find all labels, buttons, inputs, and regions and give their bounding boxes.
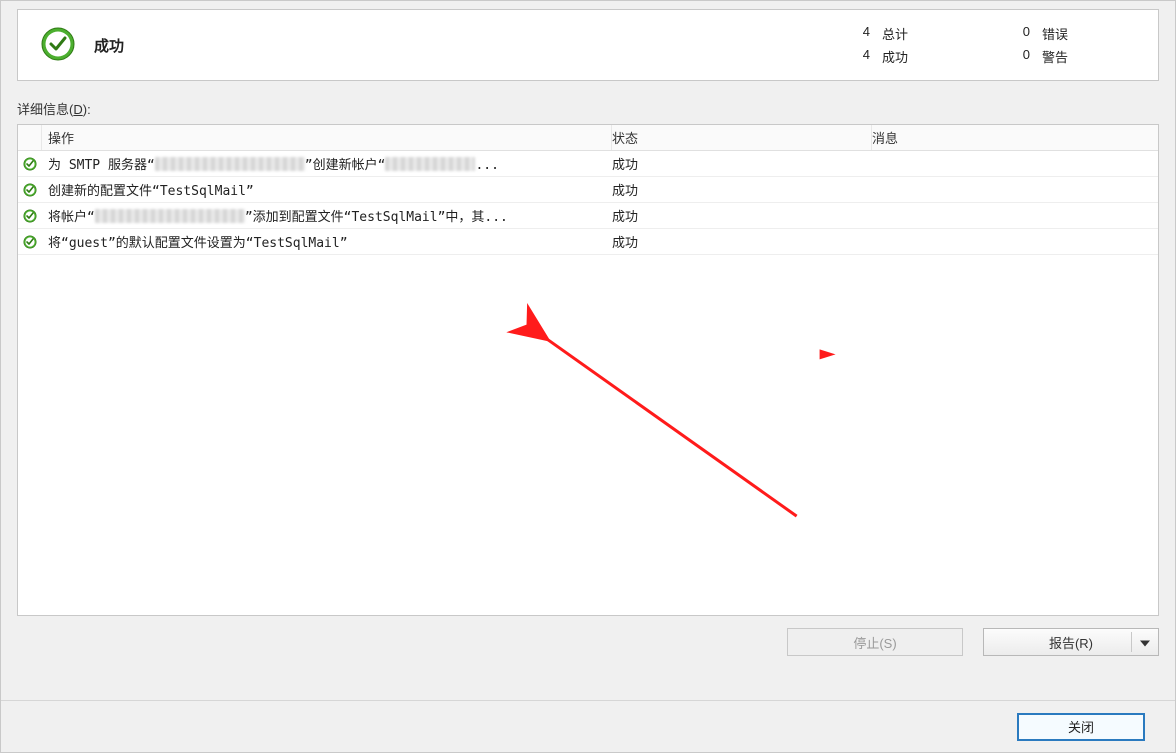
details-label: 详细信息(D): [17,99,1159,118]
redacted-text [155,157,305,171]
stat-success-count: 4 [842,47,882,66]
table-row[interactable]: 为 SMTP 服务器“”创建新帐户“...成功 [18,151,1158,177]
cell-status: 成功 [612,154,872,173]
grid-header-action[interactable]: 操作 [42,125,612,150]
stat-total-label: 总计 [882,24,1002,43]
grid-header: 操作 状态 消息 [18,125,1158,151]
stat-success-label: 成功 [882,47,1002,66]
content-area: 成功 4 总计 0 错误 4 成功 0 警告 详细信息(D): 操作 状态 [17,9,1159,694]
stat-total-count: 4 [842,24,882,43]
cell-status: 成功 [612,206,872,225]
stat-warning-count: 0 [1002,47,1042,66]
close-button-label: 关闭 [1068,717,1094,736]
redacted-text [95,209,245,223]
report-button-label: 报告(R) [1049,633,1093,652]
stat-error-label: 错误 [1042,24,1142,43]
grid-header-status[interactable]: 状态 [612,125,872,150]
cell-action: 将帐户“”添加到配置文件“TestSqlMail”中，其... [42,206,612,225]
report-button-separator [1131,632,1132,652]
row-success-icon [18,183,42,197]
dialog-footer: 关闭 [1,700,1175,752]
stop-button: 停止(S) [787,628,963,656]
stop-button-label: 停止(S) [853,633,896,652]
table-row[interactable]: 将“guest”的默认配置文件设置为“TestSqlMail”成功 [18,229,1158,255]
close-button[interactable]: 关闭 [1017,713,1145,741]
cell-status: 成功 [612,180,872,199]
success-icon [40,26,76,65]
cell-action: 为 SMTP 服务器“”创建新帐户“... [42,154,612,173]
row-success-icon [18,235,42,249]
cell-status: 成功 [612,232,872,251]
action-buttons-row: 停止(S) 报告(R) [17,628,1159,656]
chevron-down-icon [1140,635,1150,650]
cell-action: 创建新的配置文件“TestSqlMail” [42,180,612,199]
summary-stats: 4 总计 0 错误 4 成功 0 警告 [842,24,1142,66]
summary-title: 成功 [94,35,124,56]
report-button[interactable]: 报告(R) [983,628,1159,656]
wizard-progress-dialog: 成功 4 总计 0 错误 4 成功 0 警告 详细信息(D): 操作 状态 [0,0,1176,753]
stat-error-count: 0 [1002,24,1042,43]
summary-panel: 成功 4 总计 0 错误 4 成功 0 警告 [17,9,1159,81]
redacted-text [385,157,475,171]
row-success-icon [18,209,42,223]
table-row[interactable]: 将帐户“”添加到配置文件“TestSqlMail”中，其...成功 [18,203,1158,229]
row-success-icon [18,157,42,171]
grid-header-icon [18,125,42,150]
grid-body: 为 SMTP 服务器“”创建新帐户“...成功 创建新的配置文件“TestSql… [18,151,1158,255]
details-grid: 操作 状态 消息 为 SMTP 服务器“”创建新帐户“...成功 创建新的配置文… [17,124,1159,616]
stat-warning-label: 警告 [1042,47,1142,66]
cell-action: 将“guest”的默认配置文件设置为“TestSqlMail” [42,232,612,251]
grid-header-message[interactable]: 消息 [872,125,1158,150]
table-row[interactable]: 创建新的配置文件“TestSqlMail”成功 [18,177,1158,203]
